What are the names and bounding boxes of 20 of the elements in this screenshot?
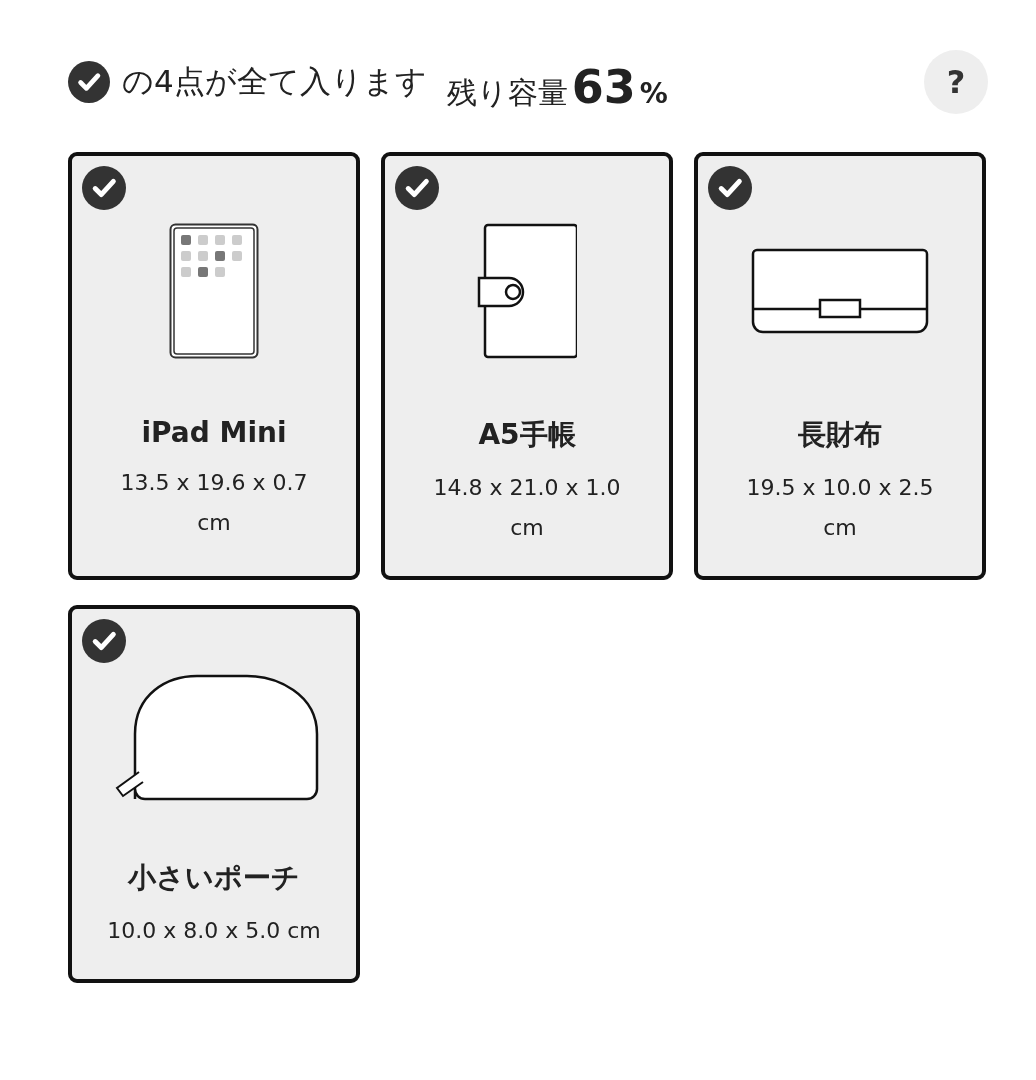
item-card[interactable]: 小さいポーチ 10.0 x 8.0 x 5.0 cm xyxy=(68,605,360,983)
planner-icon xyxy=(477,223,577,359)
item-card[interactable]: 長財布 19.5 x 10.0 x 2.5 cm xyxy=(694,152,986,580)
item-name: iPad Mini xyxy=(141,416,287,449)
wallet-icon xyxy=(750,248,930,334)
capacity-value: 63 xyxy=(571,60,636,114)
item-dimensions: 19.5 x 10.0 x 2.5 cm xyxy=(745,474,935,542)
item-card[interactable]: iPad Mini 13.5 x 19.6 x 0.7 cm xyxy=(68,152,360,580)
item-name: 長財布 xyxy=(798,417,882,453)
item-dimensions: 10.0 x 8.0 x 5.0 cm xyxy=(106,917,322,945)
item-name: A5手帳 xyxy=(478,417,576,453)
item-dimensions: 14.8 x 21.0 x 1.0 cm xyxy=(432,474,622,542)
fit-message: の4点が全て入ります xyxy=(122,62,427,101)
item-card[interactable]: A5手帳 14.8 x 21.0 x 1.0 cm xyxy=(381,152,673,580)
help-button[interactable]: ? xyxy=(924,50,988,114)
capacity-unit: % xyxy=(639,77,668,110)
tablet-icon xyxy=(169,223,259,359)
capacity-label: 残り容量 xyxy=(446,74,568,112)
item-name: 小さいポーチ xyxy=(128,860,300,896)
item-dimensions: 13.5 x 19.6 x 0.7 cm xyxy=(119,469,309,537)
